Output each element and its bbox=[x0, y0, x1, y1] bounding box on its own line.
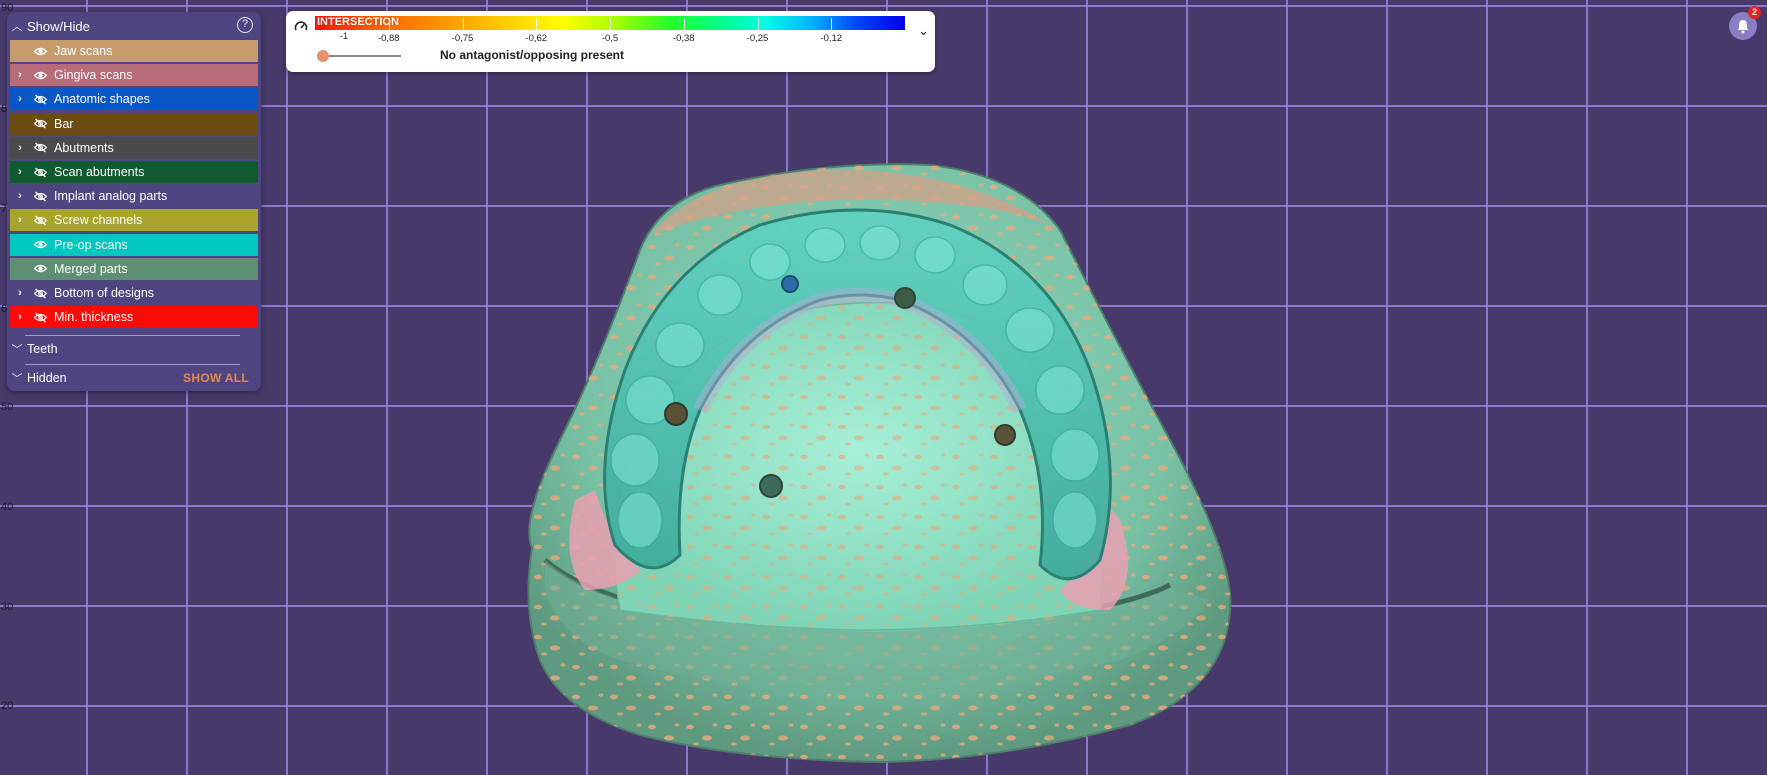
layer-label: Anatomic shapes bbox=[54, 92, 150, 107]
show-hide-header[interactable]: ︿ Show/Hide ? bbox=[7, 12, 261, 40]
chevron-right-icon[interactable]: › bbox=[10, 311, 30, 323]
ruler-label: 40 bbox=[1, 501, 14, 513]
layer-label: Merged parts bbox=[54, 261, 128, 276]
layer-row-min-thickness[interactable]: › Min. thickness bbox=[10, 306, 258, 329]
chevron-right-icon[interactable]: › bbox=[10, 287, 30, 299]
threshold-slider-track[interactable] bbox=[321, 55, 401, 57]
chevron-right-icon[interactable]: › bbox=[10, 166, 30, 178]
layer-row-bottom-of-designs[interactable]: › Bottom of designs bbox=[10, 282, 258, 304]
panel-title: Show/Hide bbox=[27, 18, 90, 34]
layer-row-anatomic-shapes[interactable]: › Anatomic shapes bbox=[10, 88, 258, 111]
tick-label: -0,25 bbox=[746, 33, 769, 44]
eye-slash-icon[interactable] bbox=[30, 215, 50, 226]
teeth-label: Teeth bbox=[27, 342, 58, 357]
bell-icon bbox=[1737, 19, 1749, 33]
layer-row-bar[interactable]: Bar bbox=[10, 112, 258, 135]
layer-row-jaw-scans[interactable]: Jaw scans bbox=[10, 40, 258, 62]
eye-icon[interactable] bbox=[30, 47, 50, 56]
tick-label: -0,88 bbox=[377, 33, 400, 44]
chevron-right-icon[interactable]: › bbox=[10, 142, 30, 154]
layer-label: Pre-op scans bbox=[54, 237, 128, 252]
layer-row-implant-analog-parts[interactable]: › Implant analog parts bbox=[10, 185, 258, 208]
chevron-right-icon[interactable]: › bbox=[10, 69, 30, 81]
model-base bbox=[527, 163, 1232, 764]
colorbar-tick-mark bbox=[757, 18, 759, 30]
chevron-right-icon[interactable]: › bbox=[10, 93, 30, 105]
colorbar-tick-mark bbox=[831, 18, 833, 30]
hidden-section[interactable]: ﹀ Hidden SHOW ALL bbox=[7, 367, 261, 389]
eye-slash-icon[interactable] bbox=[30, 312, 50, 323]
hidden-label: Hidden bbox=[27, 371, 67, 386]
show-hide-panel: ︿ Show/Hide ? Jaw scans › Gingiva scans › An… bbox=[7, 12, 261, 391]
layer-row-screw-channels[interactable]: › Screw channels bbox=[10, 209, 258, 232]
eye-slash-icon[interactable] bbox=[30, 191, 50, 202]
eye-icon[interactable] bbox=[30, 71, 50, 80]
tick-label: -0,62 bbox=[525, 33, 548, 44]
layer-label: Implant analog parts bbox=[54, 189, 168, 204]
divider bbox=[25, 335, 240, 337]
chevron-up-icon: ︿ bbox=[11, 21, 23, 33]
tick-label: -0,12 bbox=[820, 33, 843, 44]
layer-label: Bar bbox=[54, 116, 74, 131]
gauge-icon[interactable] bbox=[294, 20, 308, 34]
ruler-label: 30 bbox=[1, 601, 14, 613]
legend-message: No antagonist/opposing present bbox=[440, 48, 625, 62]
eye-slash-icon[interactable] bbox=[30, 288, 50, 299]
teeth-section[interactable]: ﹀ Teeth bbox=[7, 338, 261, 360]
colorbar-tick-mark bbox=[536, 18, 538, 30]
layer-label: Jaw scans bbox=[54, 44, 113, 58]
divider bbox=[25, 364, 240, 366]
chevron-right-icon[interactable]: › bbox=[10, 214, 30, 226]
dental-arch bbox=[603, 208, 1112, 581]
tick-label: -0,75 bbox=[451, 33, 474, 44]
ruler-label: 20 bbox=[1, 700, 14, 712]
eye-icon[interactable] bbox=[30, 264, 50, 273]
chevron-down-icon[interactable]: ⌄ bbox=[918, 23, 929, 39]
intersection-colorbar: INTERSECTION bbox=[315, 16, 905, 30]
layer-label: Scan abutments bbox=[54, 165, 145, 179]
colorbar-tick-mark bbox=[388, 18, 390, 30]
eye-icon[interactable] bbox=[30, 240, 50, 249]
eye-slash-icon[interactable] bbox=[30, 118, 50, 129]
ruler-label: 50 bbox=[1, 401, 14, 413]
layer-row-gingiva-scans[interactable]: › Gingiva scans bbox=[10, 64, 258, 87]
3d-viewport[interactable] bbox=[0, 0, 1767, 775]
eye-slash-icon[interactable] bbox=[30, 167, 50, 178]
show-all-button[interactable]: SHOW ALL bbox=[183, 371, 249, 385]
colorbar-title: INTERSECTION bbox=[317, 16, 399, 28]
chevron-right-icon[interactable]: › bbox=[10, 190, 30, 202]
palate-surface bbox=[613, 301, 1103, 631]
tick-label: -1 bbox=[339, 31, 349, 42]
eye-slash-icon[interactable] bbox=[30, 94, 50, 105]
layer-label: Screw channels bbox=[54, 213, 143, 228]
notification-count-badge: 2 bbox=[1748, 6, 1761, 19]
colorbar-tick-mark bbox=[683, 18, 685, 30]
help-circle-icon[interactable]: ? bbox=[237, 17, 253, 33]
chevron-down-icon: ﹀ bbox=[11, 373, 23, 386]
tick-label: -0,5 bbox=[601, 33, 619, 44]
screw-holes bbox=[664, 275, 1016, 498]
colorbar-tick-mark bbox=[610, 18, 611, 30]
tick-label: -0,38 bbox=[672, 33, 695, 44]
layer-row-scan-abutments[interactable]: › Scan abutments bbox=[10, 161, 258, 183]
layer-label: Min. thickness bbox=[54, 310, 134, 325]
layer-label: Bottom of designs bbox=[54, 286, 155, 300]
chevron-down-icon: ﹀ bbox=[11, 344, 23, 357]
layer-row-merged-parts[interactable]: Merged parts bbox=[10, 257, 258, 280]
threshold-slider-thumb[interactable] bbox=[317, 50, 329, 62]
color-legend: INTERSECTION -1 No antagonist/opposing p… bbox=[286, 11, 935, 72]
eye-slash-icon[interactable] bbox=[30, 142, 50, 153]
layer-label: Gingiva scans bbox=[54, 68, 133, 83]
layer-row-abutments[interactable]: › Abutments bbox=[10, 136, 258, 159]
layer-row-pre-op-scans[interactable]: Pre-op scans bbox=[10, 233, 258, 256]
layer-label: Abutments bbox=[54, 140, 114, 155]
colorbar-tick-mark bbox=[462, 18, 464, 30]
